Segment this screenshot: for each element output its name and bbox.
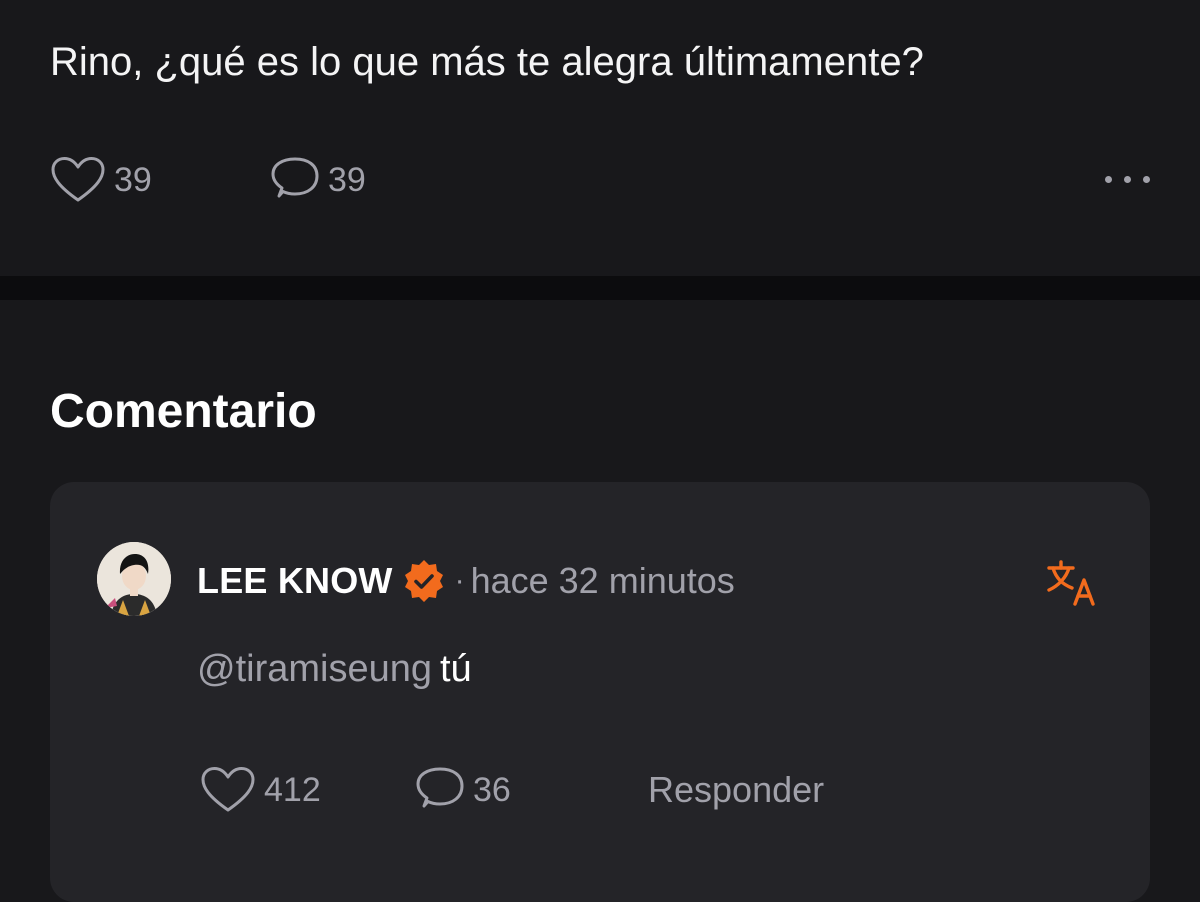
post-comment-count: 39 <box>328 160 366 199</box>
post-actions: 39 39 <box>50 156 1150 204</box>
more-dot <box>1105 175 1112 183</box>
comment-like-button[interactable]: 412 <box>200 766 321 814</box>
comment-reply-count: 36 <box>473 770 511 809</box>
mention-link[interactable]: @tiramiseung <box>197 648 432 690</box>
post-text: Rino, ¿qué es lo que más te alegra últim… <box>50 40 924 84</box>
meta-separator: · <box>454 564 465 597</box>
heart-icon <box>51 157 105 202</box>
comment-card: LEE KNOW · hace 32 minutos @tiramiseung … <box>50 482 1150 902</box>
verified-badge-icon <box>404 560 443 602</box>
comments-title: Comentario <box>50 385 317 438</box>
reply-button[interactable]: Responder <box>648 766 824 814</box>
comment-like-count: 412 <box>264 770 321 809</box>
avatar-image <box>97 542 171 616</box>
comment-header: LEE KNOW · hace 32 minutos <box>197 558 735 604</box>
more-options-icon[interactable] <box>1105 164 1150 194</box>
more-dot <box>1124 175 1131 183</box>
more-dot <box>1143 175 1150 183</box>
heart-icon <box>201 767 255 812</box>
comment-text: tú <box>440 648 472 690</box>
comment-bubble-icon <box>271 157 319 198</box>
post: Rino, ¿qué es lo que más te alegra últim… <box>0 0 1200 276</box>
translate-button[interactable] <box>1046 558 1098 608</box>
comment-bubble-icon <box>416 767 464 808</box>
comments-section: Comentario LEE KNOW · hace 32 minutos @t… <box>0 300 1200 902</box>
section-divider <box>0 276 1200 300</box>
comment-body: @tiramiseung tú <box>197 646 472 692</box>
translate-icon <box>1047 560 1095 606</box>
comment-time: hace 32 minutos <box>470 560 735 601</box>
avatar[interactable] <box>97 542 171 616</box>
comment-reply-count-button[interactable]: 36 <box>415 766 511 814</box>
comment-actions: 412 36 Responder <box>200 766 1000 814</box>
post-like-button[interactable]: 39 <box>50 156 152 204</box>
post-like-count: 39 <box>114 160 152 199</box>
author-name[interactable]: LEE KNOW <box>197 560 393 602</box>
post-comment-button[interactable]: 39 <box>270 156 366 204</box>
